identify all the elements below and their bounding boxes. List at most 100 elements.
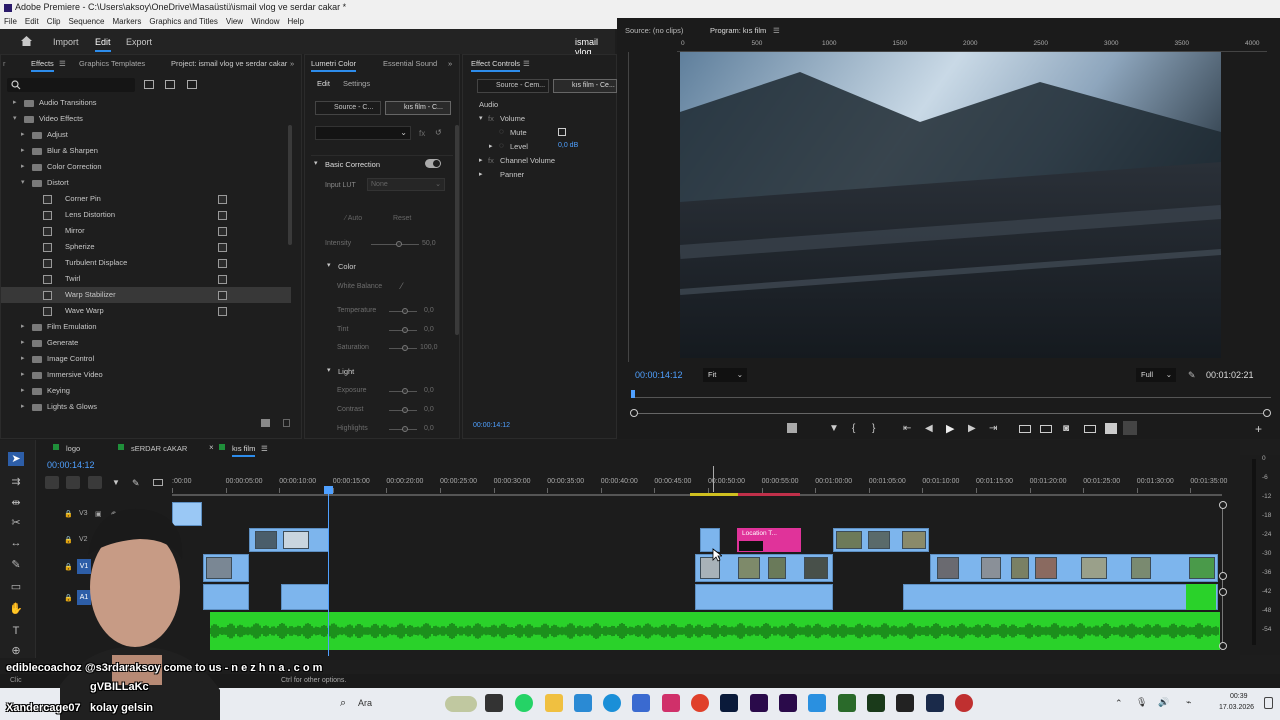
- volume-label[interactable]: Volume: [500, 114, 525, 123]
- store-icon[interactable]: [632, 694, 650, 712]
- effects-tree-item[interactable]: Spherize: [1, 239, 291, 255]
- tab-program-monitor[interactable]: Program: kıs film: [710, 26, 766, 35]
- task-view-icon[interactable]: [485, 694, 503, 712]
- light-section-title[interactable]: Light: [338, 367, 354, 376]
- tray-chevron-icon[interactable]: ⌃: [1115, 698, 1123, 709]
- edit-tab[interactable]: Edit: [95, 37, 111, 52]
- effects-tree-item[interactable]: ▸ Blur & Sharpen: [1, 143, 291, 159]
- chevron-right-icon[interactable]: ▸: [21, 319, 25, 335]
- a1-clip[interactable]: [281, 584, 329, 610]
- go-to-in-icon[interactable]: ⇤: [903, 423, 911, 434]
- effects-tree-item[interactable]: ▸ Keying: [1, 383, 291, 399]
- reset-icon[interactable]: ↺: [435, 128, 442, 137]
- title-clip-body[interactable]: [737, 540, 801, 552]
- overwrite-icon[interactable]: [1040, 425, 1052, 433]
- tab-graphics-templates[interactable]: Graphics Templates: [79, 59, 145, 68]
- highlights-value[interactable]: 0,0: [424, 425, 434, 432]
- menu-help[interactable]: Help: [284, 15, 308, 29]
- media-encoder-icon[interactable]: [779, 694, 797, 712]
- zoom-bar-handle-right[interactable]: [1263, 409, 1271, 417]
- scroll-handle[interactable]: [1219, 501, 1227, 509]
- step-back-icon[interactable]: ◀: [925, 423, 933, 434]
- yuv-effects-icon[interactable]: [187, 80, 197, 89]
- steam-icon[interactable]: [926, 694, 944, 712]
- effects-tree-item[interactable]: ▾ Distort: [1, 175, 291, 191]
- wrench-icon[interactable]: ✎: [132, 478, 140, 489]
- tab-kis-film[interactable]: kıs film: [232, 444, 256, 457]
- app-icon[interactable]: [808, 694, 826, 712]
- sequence-menu-icon[interactable]: ☰: [261, 444, 268, 453]
- track-select-icon[interactable]: ⇉: [8, 475, 24, 489]
- speaker-icon[interactable]: 🔊: [1158, 697, 1169, 708]
- go-to-out-icon[interactable]: ⇥: [989, 423, 997, 434]
- safe-margins-icon[interactable]: [1123, 421, 1137, 435]
- channel-volume-label[interactable]: Channel Volume: [500, 156, 555, 165]
- mute-checkbox[interactable]: [558, 128, 566, 136]
- close-tab-icon[interactable]: ×: [209, 443, 214, 452]
- whatsapp-icon[interactable]: [515, 694, 533, 712]
- effects-scrollbar[interactable]: [288, 125, 292, 245]
- tint-knob[interactable]: [402, 327, 408, 333]
- selection-tool-icon[interactable]: ➤: [8, 452, 24, 466]
- search-highlight-icon[interactable]: [445, 696, 477, 712]
- chevron-right-icon[interactable]: ▸: [21, 399, 25, 415]
- intensity-value[interactable]: 50,0: [422, 240, 436, 247]
- program-menu-icon[interactable]: ☰: [773, 26, 780, 35]
- panel-overflow-icon[interactable]: »: [448, 59, 452, 68]
- chevron-right-icon[interactable]: ▸: [21, 367, 25, 383]
- mark-in-icon[interactable]: {: [852, 423, 855, 434]
- tint-value[interactable]: 0,0: [424, 326, 434, 333]
- menu-graphics[interactable]: Graphics and Titles: [145, 15, 221, 29]
- search-icon[interactable]: ⌕: [340, 697, 346, 710]
- file-explorer-icon[interactable]: [545, 694, 563, 712]
- effects-tree-item[interactable]: ▸ Generate: [1, 335, 291, 351]
- basic-correction-toggle[interactable]: [425, 159, 441, 168]
- multicam-icon[interactable]: [1105, 423, 1117, 434]
- effects-search-input[interactable]: [7, 78, 135, 92]
- intensity-slider[interactable]: [371, 244, 419, 245]
- v1-clip[interactable]: [930, 554, 1218, 582]
- record-icon[interactable]: [955, 694, 973, 712]
- a1-green-clip[interactable]: [1186, 584, 1216, 610]
- effects-menu-icon[interactable]: ☰: [59, 59, 66, 68]
- instagram-icon[interactable]: [662, 694, 680, 712]
- intensity-knob[interactable]: [396, 241, 402, 247]
- effects-tree-item[interactable]: Twirl: [1, 271, 291, 287]
- tab-essential-sound[interactable]: Essential Sound: [383, 59, 437, 68]
- eyedropper-icon[interactable]: ⁄: [401, 281, 403, 291]
- auto-button[interactable]: ⁄ Auto: [345, 212, 385, 225]
- chevron-right-icon[interactable]: ▸: [489, 142, 493, 150]
- add-marker-icon[interactable]: ▼: [829, 423, 839, 434]
- menu-file[interactable]: File: [0, 15, 21, 29]
- chevron-right-icon[interactable]: ▸: [21, 383, 25, 399]
- tab-project[interactable]: Project: ismail vlog ve serdar cakar: [171, 59, 287, 68]
- effects-tree-item[interactable]: ▸ Immersive Video: [1, 367, 291, 383]
- photoshop-icon[interactable]: [720, 694, 738, 712]
- effects-tree-item[interactable]: Warp Stabilizer: [1, 287, 291, 303]
- saturation-value[interactable]: 100,0: [420, 344, 438, 351]
- menu-edit[interactable]: Edit: [21, 15, 43, 29]
- menu-clip[interactable]: Clip: [43, 15, 65, 29]
- stopwatch-icon[interactable]: ◌: [499, 127, 504, 136]
- playhead-line[interactable]: [328, 490, 329, 656]
- a1-clip[interactable]: [695, 584, 833, 610]
- mark-out-icon[interactable]: }: [872, 423, 875, 434]
- zoom-bar[interactable]: [635, 413, 1267, 414]
- effects-tree-item[interactable]: Lens Distortion: [1, 207, 291, 223]
- extract-icon[interactable]: [787, 423, 797, 433]
- microphone-icon[interactable]: 🎙: [1136, 697, 1147, 708]
- chevron-right-icon[interactable]: ▸: [479, 156, 483, 164]
- lumetri-preset-dropdown[interactable]: ⌄: [315, 126, 411, 140]
- chevron-right-icon[interactable]: ▸: [21, 127, 25, 143]
- tab-effects[interactable]: Effects: [31, 59, 54, 72]
- contrast-knob[interactable]: [402, 407, 408, 413]
- chevron-right-icon[interactable]: ▸: [479, 170, 483, 178]
- input-lut-select[interactable]: None ⌄: [367, 178, 445, 191]
- import-tab[interactable]: Import: [53, 37, 79, 47]
- scroll-handle[interactable]: [1219, 572, 1227, 580]
- tab-effect-controls[interactable]: Effect Controls: [471, 59, 521, 72]
- timeline-timecode[interactable]: 00:00:14:12: [47, 460, 95, 470]
- v2-clip[interactable]: [249, 528, 329, 552]
- exposure-knob[interactable]: [402, 388, 408, 394]
- mini-playhead[interactable]: [631, 390, 635, 398]
